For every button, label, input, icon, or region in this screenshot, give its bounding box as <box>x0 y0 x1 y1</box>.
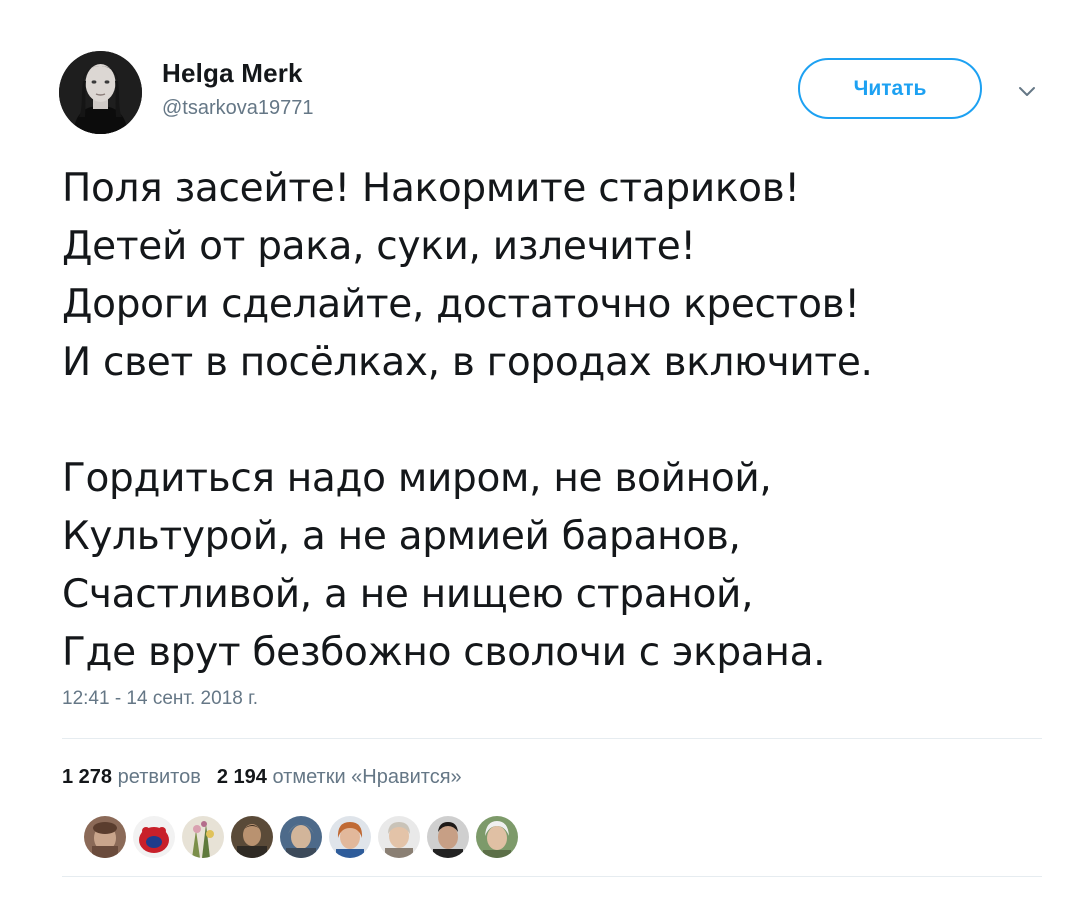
chevron-down-icon[interactable] <box>1012 80 1042 102</box>
retweets-label: ретвитов <box>117 766 201 788</box>
liker-avatar[interactable] <box>376 814 422 860</box>
follow-button[interactable]: Читать <box>798 58 982 119</box>
liker-avatar[interactable] <box>474 814 520 860</box>
tweet-line: Культурой, а не армией баранов, <box>62 514 741 559</box>
liker-avatar[interactable] <box>131 814 177 860</box>
liker-avatars <box>82 814 523 860</box>
tweet-stats: 1 278 ретвитов 2 194 отметки «Нравится» <box>62 766 462 789</box>
tweet-line: И свет в посёлках, в городах включите. <box>62 340 873 385</box>
tweet-line: Где врут безбожно сволочи с экрана. <box>62 630 826 675</box>
tweet-line: Дороги сделайте, достаточно крестов! <box>62 282 860 327</box>
author-handle[interactable]: @tsarkova19771 <box>162 97 314 120</box>
likes-count: 2 194 <box>216 766 267 788</box>
divider-top <box>62 738 1042 739</box>
divider-bottom <box>62 876 1042 877</box>
liker-avatar[interactable] <box>229 814 275 860</box>
retweets-stat[interactable]: 1 278 ретвитов <box>62 766 201 788</box>
liker-avatar[interactable] <box>180 814 226 860</box>
retweets-count: 1 278 <box>62 766 113 788</box>
tweet-line: Гордиться надо миром, не войной, <box>62 456 772 501</box>
tweet-text: Поля засейте! Накормите стариков! Детей … <box>62 160 1052 682</box>
tweet-line: Счастливой, а не нищею страной, <box>62 572 754 617</box>
author-avatar[interactable] <box>59 51 142 134</box>
author-display-name[interactable]: Helga Merk <box>162 58 303 89</box>
tweet-line: Поля засейте! Накормите стариков! <box>62 166 800 211</box>
tweet-timestamp[interactable]: 12:41 - 14 сент. 2018 г. <box>62 688 258 710</box>
stanza-gap <box>62 392 1052 450</box>
likes-stat[interactable]: 2 194 отметки «Нравится» <box>217 766 462 788</box>
tweet-line: Детей от рака, суки, излечите! <box>62 224 696 269</box>
likes-label: отметки «Нравится» <box>272 766 462 788</box>
tweet-card: Helga Merk @tsarkova19771 Читать Поля за… <box>0 0 1068 900</box>
liker-avatar[interactable] <box>278 814 324 860</box>
liker-avatar[interactable] <box>327 814 373 860</box>
liker-avatar[interactable] <box>425 814 471 860</box>
liker-avatar[interactable] <box>82 814 128 860</box>
